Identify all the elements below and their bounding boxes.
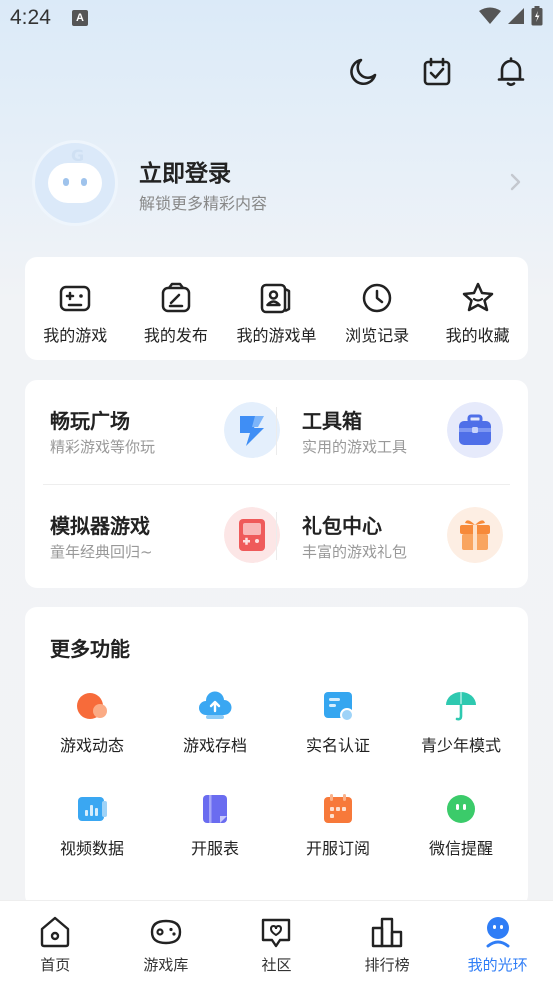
more-item-real-name[interactable]: 实名认证 — [278, 689, 398, 756]
more-item-label: 视频数据 — [59, 839, 124, 858]
clock-icon — [362, 283, 392, 313]
more-item-label: 实名认证 — [305, 736, 370, 755]
more-item-label: 微信提醒 — [428, 839, 493, 858]
toolbox-icon — [447, 402, 503, 458]
gift-icon — [447, 507, 503, 563]
umbrella-icon — [446, 692, 476, 721]
divider — [276, 407, 277, 455]
community-icon — [262, 918, 291, 948]
tab-label: 游戏库 — [143, 956, 189, 974]
status-indicators — [479, 6, 543, 26]
game-news-icon — [77, 693, 107, 719]
id-card-icon — [324, 692, 354, 722]
home-icon — [41, 916, 70, 948]
profile-icon — [486, 917, 510, 948]
game-list-icon — [261, 283, 291, 314]
more-item-game-saves[interactable]: 游戏存档 — [155, 689, 275, 756]
more-item-server-subscribe[interactable]: 开服订阅 — [278, 792, 398, 859]
more-functions-card: 更多功能 游戏动态 游戏存档 实名认证 青少年模式 视频数据 开服表 开服订阅 … — [25, 607, 528, 907]
status-time: 4:24 — [10, 6, 51, 29]
game-console-icon — [224, 507, 280, 563]
tab-home[interactable]: 首页 — [0, 901, 111, 984]
tab-game-library[interactable]: 游戏库 — [111, 901, 222, 984]
login-banner[interactable]: G 立即登录 解锁更多精彩内容 — [32, 140, 527, 226]
more-item-label: 开服订阅 — [305, 839, 370, 858]
feature-play-plaza[interactable]: 畅玩广场 精彩游戏等你玩 — [50, 380, 280, 460]
avatar[interactable]: G — [32, 140, 118, 226]
quick-action-label: 我的游戏 — [43, 326, 108, 345]
more-item-label: 青少年模式 — [420, 736, 501, 755]
quick-action-label: 浏览记录 — [345, 326, 410, 345]
more-item-wechat-reminder[interactable]: 微信提醒 — [401, 792, 521, 859]
signal-icon — [508, 8, 524, 24]
section-title: 更多功能 — [50, 637, 130, 661]
svg-text:G: G — [71, 146, 84, 165]
server-list-icon — [203, 795, 227, 823]
tab-label: 我的光环 — [467, 956, 528, 974]
bottom-tab-bar: 首页 游戏库 社区 排行榜 我的光环 — [0, 900, 553, 984]
wechat-icon — [447, 795, 475, 823]
battery-icon — [531, 6, 543, 26]
quick-action-label: 我的发布 — [143, 326, 208, 345]
quick-action-label: 我的游戏单 — [236, 326, 317, 345]
more-item-label: 游戏动态 — [59, 736, 124, 755]
feature-title: 畅玩广场 — [50, 409, 130, 433]
bell-icon[interactable] — [495, 56, 527, 88]
header-actions — [347, 56, 527, 88]
feature-subtitle: 实用的游戏工具 — [302, 438, 408, 456]
tab-label: 社区 — [261, 956, 292, 974]
cloud-save-icon — [199, 691, 232, 719]
notification-icon: A — [72, 10, 88, 26]
tab-label: 首页 — [40, 956, 71, 974]
subscribe-calendar-icon — [324, 794, 352, 823]
quick-action-my-posts[interactable]: 我的发布 — [128, 281, 224, 346]
feature-emulator-games[interactable]: 模拟器游戏 童年经典回归~ — [50, 485, 280, 565]
lightning-icon — [224, 402, 280, 458]
login-subtitle: 解锁更多精彩内容 — [139, 194, 268, 213]
tab-label: 排行榜 — [364, 956, 410, 974]
feature-toolbox[interactable]: 工具箱 实用的游戏工具 — [302, 380, 503, 460]
feature-title: 模拟器游戏 — [50, 514, 150, 538]
divider — [276, 512, 277, 560]
more-item-label: 游戏存档 — [182, 736, 247, 755]
more-item-server-list[interactable]: 开服表 — [155, 792, 275, 859]
more-item-video-data[interactable]: 视频数据 — [32, 792, 152, 859]
ranking-icon — [371, 917, 403, 948]
more-item-teen-mode[interactable]: 青少年模式 — [401, 689, 521, 756]
moon-icon[interactable] — [347, 56, 379, 88]
quick-action-my-game-list[interactable]: 我的游戏单 — [228, 281, 324, 346]
tab-my-halo[interactable]: 我的光环 — [442, 901, 553, 984]
quick-action-label: 我的收藏 — [445, 326, 510, 345]
video-data-icon — [78, 797, 107, 821]
star-icon — [462, 282, 493, 312]
feature-title: 工具箱 — [302, 409, 362, 433]
quick-action-history[interactable]: 浏览记录 — [329, 281, 425, 346]
status-bar: 4:24 A — [0, 0, 553, 36]
publish-icon — [161, 282, 191, 313]
feature-gift-center[interactable]: 礼包中心 丰富的游戏礼包 — [302, 485, 503, 565]
quick-action-favorites[interactable]: 我的收藏 — [430, 281, 526, 346]
default-avatar-icon: G — [48, 146, 102, 203]
tab-ranking[interactable]: 排行榜 — [332, 901, 443, 984]
game-library-icon — [150, 919, 182, 945]
feature-subtitle: 丰富的游戏礼包 — [302, 543, 408, 561]
more-item-label: 开服表 — [190, 839, 239, 858]
calendar-check-icon[interactable] — [421, 56, 453, 88]
feature-card: 畅玩广场 精彩游戏等你玩 工具箱 实用的游戏工具 模拟器游戏 童年经典回归~ 礼… — [25, 380, 528, 588]
feature-title: 礼包中心 — [302, 514, 382, 538]
wifi-icon — [479, 7, 501, 24]
quick-action-my-games[interactable]: 我的游戏 — [27, 281, 123, 346]
login-title[interactable]: 立即登录 — [139, 154, 231, 188]
gamepad-icon — [60, 285, 91, 312]
feature-subtitle: 精彩游戏等你玩 — [50, 438, 156, 456]
quick-actions-card: 我的游戏 我的发布 我的游戏单 浏览记录 我的收藏 — [25, 257, 528, 360]
more-item-game-news[interactable]: 游戏动态 — [32, 689, 152, 756]
feature-subtitle: 童年经典回归~ — [50, 543, 153, 561]
chevron-right-icon — [510, 173, 521, 191]
tab-community[interactable]: 社区 — [221, 901, 332, 984]
